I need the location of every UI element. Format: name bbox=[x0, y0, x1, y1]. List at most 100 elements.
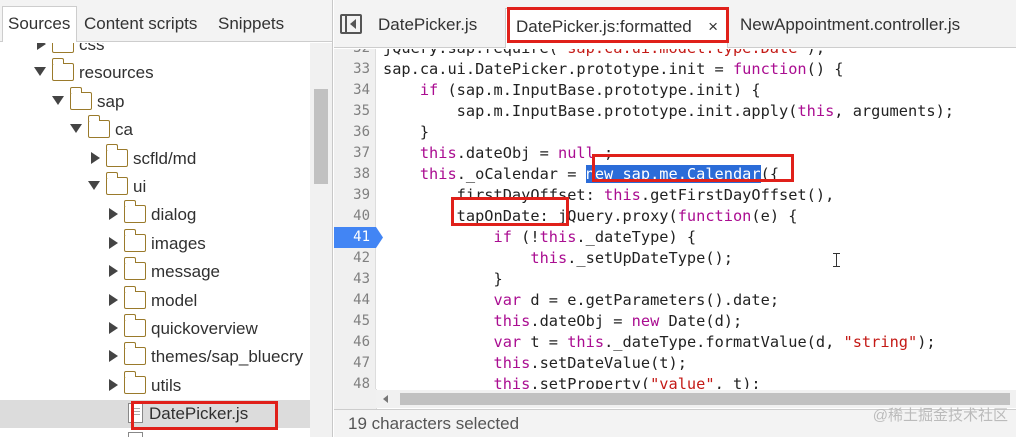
navigator-panel: Sources Content scripts Snippets css reso… bbox=[0, 0, 333, 437]
line-number[interactable]: 40 bbox=[334, 206, 376, 227]
code-token: ); bbox=[807, 49, 825, 57]
line-number-gutter[interactable]: 323334353637383940414243444546474849 bbox=[334, 49, 383, 389]
line-number[interactable]: 35 bbox=[334, 101, 376, 122]
navigator-tabs: Sources Content scripts Snippets bbox=[0, 0, 332, 42]
code-line[interactable]: tapOnDate: jQuery.proxy(function(e) { bbox=[383, 206, 798, 227]
toggle-navigator-icon[interactable] bbox=[340, 14, 362, 34]
gutter-footer bbox=[334, 389, 377, 409]
tree-item-label: ca bbox=[115, 120, 133, 140]
chevron-down-icon[interactable] bbox=[34, 67, 46, 77]
tree-folder[interactable]: dialog bbox=[0, 200, 310, 229]
code-line[interactable]: } bbox=[383, 122, 429, 143]
line-number[interactable]: 42 bbox=[334, 248, 376, 269]
line-number[interactable]: 43 bbox=[334, 269, 376, 290]
line-number[interactable]: 37 bbox=[334, 143, 376, 164]
chevron-right-icon[interactable] bbox=[109, 322, 118, 334]
code-line[interactable]: } bbox=[383, 269, 503, 290]
code-line[interactable]: var d = e.getParameters().date; bbox=[383, 290, 780, 311]
line-number[interactable]: 33 bbox=[334, 59, 376, 80]
code-editor[interactable]: 323334353637383940414243444546474849 jQu… bbox=[334, 49, 1016, 389]
code-token: this bbox=[530, 249, 568, 267]
line-number[interactable]: 39 bbox=[334, 185, 376, 206]
code-token: .getFirstDayOffset(), bbox=[640, 186, 835, 204]
tree-folder[interactable]: ca bbox=[0, 115, 310, 144]
tree-folder[interactable]: css bbox=[0, 43, 310, 59]
line-number[interactable]: 45 bbox=[334, 311, 376, 332]
code-token: "value" bbox=[650, 375, 715, 389]
code-token: sap.ca.ui.DatePicker.prototype.init = bbox=[383, 60, 733, 78]
tree-folder[interactable]: scfld/md bbox=[0, 143, 310, 173]
annotation-box-active-tab bbox=[507, 7, 729, 43]
code-line[interactable]: this._setUpDateType(); bbox=[383, 248, 733, 269]
tree-item-label: message bbox=[151, 262, 220, 282]
code-token: "sap.ca.ui.model.type.Date" bbox=[558, 49, 807, 57]
code-token: this bbox=[493, 312, 531, 330]
chevron-right-icon[interactable] bbox=[37, 43, 46, 50]
code-line[interactable]: sap.ca.ui.DatePicker.prototype.init = fu… bbox=[383, 59, 844, 80]
code-line[interactable]: if (!this._dateType) { bbox=[383, 227, 697, 248]
tree-item-label: css bbox=[79, 43, 105, 54]
code-line[interactable]: this.dateObj = new Date(d); bbox=[383, 311, 743, 332]
tree-item-label: sap bbox=[97, 91, 125, 111]
chevron-right-icon[interactable] bbox=[109, 208, 118, 221]
editor-tab-label: DatePicker.js bbox=[378, 15, 478, 34]
code-line[interactable]: this.dateObj = null ; bbox=[383, 143, 613, 164]
tree-item-label: model bbox=[151, 290, 198, 310]
file-tree: css resources sap ca scfld/md ui dialog images m… bbox=[0, 43, 310, 437]
tree-folder[interactable]: utils bbox=[0, 370, 310, 400]
tree-folder[interactable]: ui bbox=[0, 172, 310, 201]
scroll-left-icon[interactable] bbox=[383, 395, 388, 403]
code-token: ._setUpDateType(); bbox=[567, 249, 733, 267]
line-number[interactable]: 32 bbox=[334, 49, 376, 59]
tree-folder[interactable]: message bbox=[0, 257, 310, 286]
chevron-right-icon[interactable] bbox=[109, 265, 118, 278]
tree-item-label: scfld/md bbox=[133, 148, 197, 168]
editor-tab-datepicker[interactable]: DatePicker.js bbox=[378, 0, 477, 48]
breakpoint-line-number[interactable]: 41 bbox=[334, 227, 383, 248]
line-number[interactable]: 48 bbox=[334, 374, 376, 389]
chevron-right-icon[interactable] bbox=[109, 293, 118, 306]
code-line[interactable]: this.setProperty("value", t); bbox=[383, 374, 761, 389]
code-token: t = bbox=[521, 333, 568, 351]
line-number[interactable]: 46 bbox=[334, 332, 376, 353]
line-number[interactable]: 38 bbox=[334, 164, 376, 185]
tree-folder[interactable]: images bbox=[0, 228, 310, 258]
code-line[interactable]: if (sap.m.InputBase.prototype.init) { bbox=[383, 80, 761, 101]
chevron-down-icon[interactable] bbox=[52, 95, 64, 105]
tree-folder[interactable]: model bbox=[0, 285, 310, 315]
line-number[interactable]: 44 bbox=[334, 290, 376, 311]
chevron-right-icon[interactable] bbox=[109, 378, 118, 391]
chevron-right-icon[interactable] bbox=[109, 350, 118, 363]
chevron-right-icon[interactable] bbox=[91, 151, 100, 164]
code-line[interactable]: jQuery.sap.require("sap.ca.ui.model.type… bbox=[383, 49, 825, 59]
editor-tab-newappointment-controller[interactable]: NewAppointment.controller.js bbox=[740, 0, 960, 48]
code-token: (e) { bbox=[751, 207, 798, 225]
line-number[interactable]: 36 bbox=[334, 122, 376, 143]
tree-folder[interactable]: themes/sap_bluecry bbox=[0, 342, 310, 371]
code-token: "string" bbox=[843, 333, 918, 351]
code-token: this bbox=[419, 144, 457, 162]
folder-icon bbox=[123, 370, 146, 394]
chevron-right-icon[interactable] bbox=[109, 236, 118, 249]
line-number[interactable]: 34 bbox=[334, 80, 376, 101]
line-number[interactable]: 47 bbox=[334, 353, 376, 374]
chevron-down-icon[interactable] bbox=[88, 181, 100, 190]
tab-sources[interactable]: Sources bbox=[2, 6, 77, 42]
file-tree-scroll-thumb[interactable] bbox=[314, 89, 328, 184]
code-token: , arguments); bbox=[834, 102, 955, 120]
tree-folder[interactable]: resources bbox=[0, 58, 310, 87]
code-line[interactable]: this.setDateValue(t); bbox=[383, 353, 687, 374]
tree-folder[interactable]: quickoverview bbox=[0, 314, 310, 343]
code-line[interactable]: var t = this._dateType.formatValue(d, "s… bbox=[383, 332, 936, 353]
tab-content-scripts[interactable]: Content scripts bbox=[84, 7, 197, 41]
code-token: jQuery.sap.require( bbox=[383, 49, 558, 57]
chevron-down-icon[interactable] bbox=[70, 124, 82, 134]
code-line[interactable]: sap.m.InputBase.prototype.init.apply(thi… bbox=[383, 101, 954, 122]
folder-icon bbox=[69, 86, 92, 110]
tree-folder[interactable]: sap bbox=[0, 86, 310, 116]
file-tree-scrollbar[interactable] bbox=[310, 43, 332, 437]
tab-snippets[interactable]: Snippets bbox=[218, 7, 284, 41]
